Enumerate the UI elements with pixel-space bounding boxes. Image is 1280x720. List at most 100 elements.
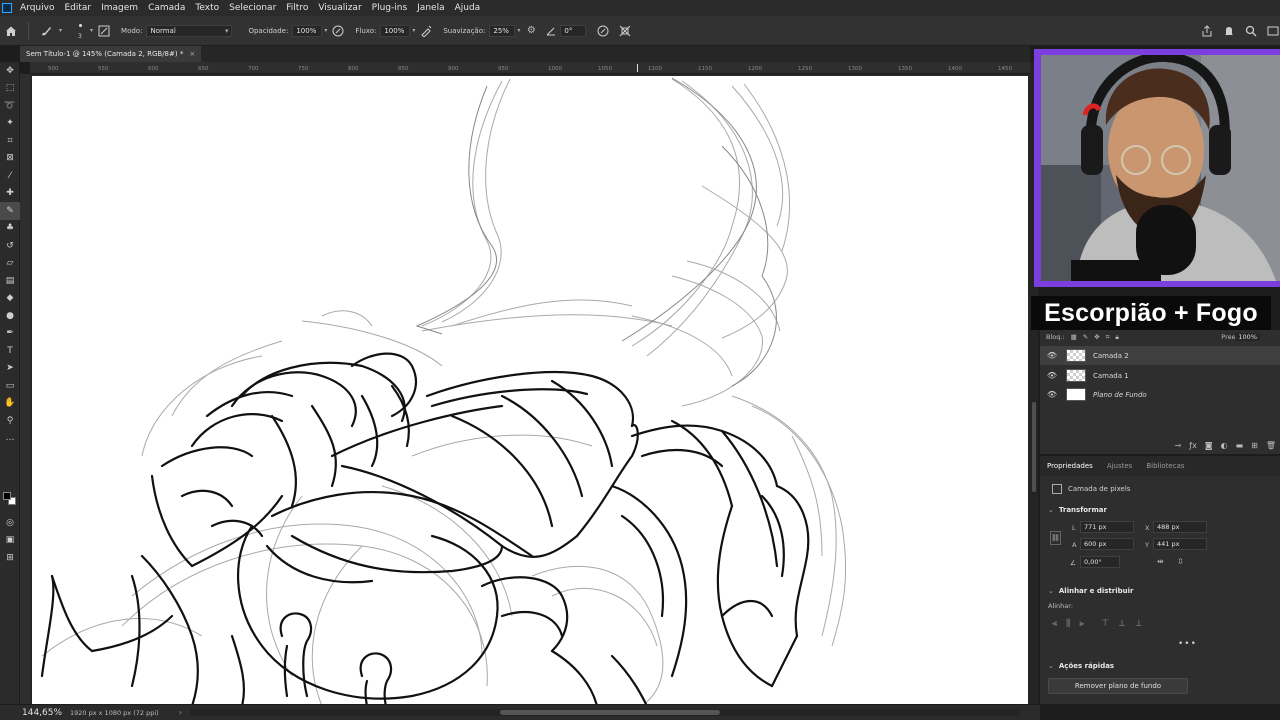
zoom-level[interactable]: 144,65% [22,708,66,718]
path-selection-tool-icon[interactable]: ➤ [0,360,20,378]
flow-field[interactable]: 100% [380,24,411,37]
menu-janela[interactable]: Janela [412,0,449,16]
type-tool-icon[interactable]: T [0,342,20,360]
height-field[interactable]: 600 px [1080,538,1134,550]
menu-selecionar[interactable]: Selecionar [224,0,281,16]
lock-all-icon[interactable]: 🔒︎ [1115,333,1118,342]
color-swatches[interactable] [3,492,17,506]
y-field[interactable]: 441 px [1153,538,1207,550]
eyedropper-tool-icon[interactable]: ⁄ [0,167,20,185]
layer-row-camada-2[interactable]: 👁︎ Camada 2 [1040,346,1280,365]
align-right-icon[interactable]: ⫸ [1079,619,1084,629]
horizontal-scroll-thumb[interactable] [500,710,720,715]
share-icon[interactable] [1200,24,1214,38]
menu-filtro[interactable]: Filtro [281,0,313,16]
lock-transparency-icon[interactable]: ▦ [1071,333,1077,341]
more-options-icon[interactable]: ••• [1178,639,1197,649]
new-group-icon[interactable]: ▬ [1236,441,1244,450]
menu-imagem[interactable]: Imagem [96,0,143,16]
align-section-header[interactable]: ⌄ Alinhar e distribuir [1048,587,1133,595]
status-arrow-icon[interactable]: › [179,708,182,717]
quick-mask-icon[interactable]: ◎ [0,514,20,532]
brush-tool-icon[interactable]: ✎ [0,202,20,220]
opacity-field[interactable]: 100% [292,24,323,37]
lock-artboard-icon[interactable]: ⌗ [1106,333,1110,342]
eraser-tool-icon[interactable]: ▱ [0,255,20,273]
more-tools-icon[interactable]: … [0,430,20,448]
airbrush-icon[interactable] [419,24,433,38]
home-icon[interactable] [4,24,18,38]
transform-section-header[interactable]: ⌄ Transformar [1048,506,1107,514]
zoom-tool-icon[interactable]: ⚲ [0,412,20,430]
drawing-canvas[interactable] [32,76,1028,704]
menu-editar[interactable]: Editar [59,0,96,16]
notification-bell-icon[interactable] [1222,24,1236,38]
x-field[interactable]: 488 px [1153,521,1207,533]
align-bottom-icon[interactable]: ⊥ [1135,619,1143,629]
remove-background-button[interactable]: Remover plano de fundo [1048,678,1188,694]
chevron-down-icon[interactable]: ▾ [59,27,62,34]
vertical-ruler[interactable] [20,74,30,704]
foreground-color-swatch[interactable] [3,492,11,500]
align-top-icon[interactable]: ⊤ [1101,619,1109,629]
fill-value[interactable]: 100% [1235,333,1260,341]
pen-tool-icon[interactable]: ✒ [0,325,20,343]
history-brush-tool-icon[interactable]: ↺ [0,237,20,255]
flip-horizontal-icon[interactable]: ⇹ [1157,557,1164,566]
visibility-eye-icon[interactable]: 👁︎ [1046,351,1058,360]
menu-texto[interactable]: Texto [190,0,224,16]
clone-stamp-tool-icon[interactable]: ♣ [0,220,20,238]
menu-plugins[interactable]: Plug-ins [367,0,413,16]
adjustment-layer-icon[interactable]: ◐ [1221,441,1228,450]
menu-arquivo[interactable]: Arquivo [15,0,59,16]
menu-ajuda[interactable]: Ajuda [450,0,486,16]
brush-tool-preset-icon[interactable] [39,24,53,38]
flip-vertical-icon[interactable]: ⇳ [1177,557,1184,566]
add-mask-icon[interactable]: ◙ [1205,441,1213,450]
gradient-tool-icon[interactable]: ▤ [0,272,20,290]
smoothing-field[interactable]: 25% [489,24,516,37]
gear-icon[interactable]: ⚙ [524,24,538,38]
align-center-horizontal-icon[interactable]: ⫼ [1066,619,1070,629]
fx-icon[interactable]: ƒx [1189,441,1197,450]
align-middle-vertical-icon[interactable]: ⊥ [1118,619,1126,629]
crop-tool-icon[interactable]: ⌗ [0,132,20,150]
hand-tool-icon[interactable]: ✋ [0,395,20,413]
rectangle-tool-icon[interactable]: ▭ [0,377,20,395]
width-field[interactable]: 771 px [1080,521,1134,533]
angle-field[interactable]: 0° [560,24,587,37]
quick-actions-header[interactable]: ⌄ Ações rápidas [1048,662,1114,670]
lasso-tool-icon[interactable]: ➰ [0,97,20,115]
move-tool-icon[interactable]: ✥ [0,62,20,80]
menu-visualizar[interactable]: Visualizar [313,0,366,16]
menu-camada[interactable]: Camada [143,0,190,16]
brush-size-picker[interactable]: 3 [72,19,90,43]
chevron-down-icon[interactable]: ▾ [517,27,520,34]
frame-tool-icon[interactable]: ⊠ [0,150,20,168]
tab-propriedades[interactable]: Propriedades [1040,456,1100,476]
tab-ajustes[interactable]: Ajustes [1100,456,1140,476]
dodge-tool-icon[interactable]: ● [0,307,20,325]
workspace-icon[interactable] [1266,24,1280,38]
marquee-tool-icon[interactable]: ⬚ [0,80,20,98]
layer-row-background[interactable]: 👁︎ Plano de Fundo [1040,385,1280,404]
photoshop-logo-icon[interactable] [2,3,12,13]
delete-layer-icon[interactable]: 🗑︎ [1266,441,1276,450]
close-tab-icon[interactable]: × [189,50,195,58]
rotation-field[interactable]: 0,00° [1080,556,1120,568]
align-left-icon[interactable]: ⫷ [1052,619,1057,629]
lock-position-icon[interactable]: ✥ [1094,333,1099,341]
symmetry-icon[interactable] [618,24,632,38]
brush-angle-icon[interactable] [544,24,558,38]
pressure-opacity-icon[interactable] [331,24,345,38]
link-layers-icon[interactable]: ⊸ [1175,441,1182,450]
blur-tool-icon[interactable]: ◆ [0,290,20,308]
edit-toolbar-icon[interactable]: ⊞ [0,549,20,567]
horizontal-ruler[interactable]: 500 550 600 650 700 750 800 850 900 950 … [30,62,1030,74]
chevron-down-icon[interactable]: ▾ [324,27,327,34]
tab-bibliotecas[interactable]: Bibliotecas [1139,456,1191,476]
vertical-scroll-thumb[interactable] [1032,402,1036,492]
link-proportions-icon[interactable]: ⛓ [1050,531,1061,545]
layer-row-camada-1[interactable]: 👁︎ Camada 1 [1040,366,1280,385]
healing-brush-tool-icon[interactable]: ✚ [0,185,20,203]
